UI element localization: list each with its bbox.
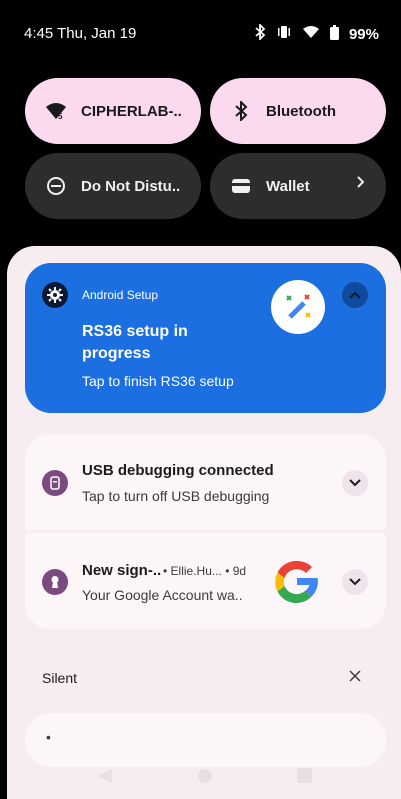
close-icon [349,669,361,687]
dnd-tile-label: Do Not Distu.. [81,177,181,195]
wallet-icon [230,175,252,197]
nav-recents-button[interactable] [296,767,313,789]
dnd-icon [45,175,67,197]
wallet-tile[interactable]: Wallet [210,153,386,219]
usb-icon [42,470,68,496]
dnd-tile[interactable]: Do Not Distu.. [25,153,201,219]
wifi-tile-label: CIPHERLAB-.. [81,102,182,120]
google-text: Your Google Account wa.. [82,587,243,603]
chevron-down-icon [349,573,361,591]
status-icons: 99% [254,22,379,44]
magic-wand-icon [271,280,325,334]
clear-silent-button[interactable] [347,670,363,686]
setup-text: Tap to finish RS36 setup [82,373,234,389]
battery-icon [329,24,339,44]
status-bar: 4:45 Thu, Jan 19 99% [0,0,401,68]
bluetooth-tile-label: Bluetooth [266,102,336,120]
bluetooth-tile[interactable]: Bluetooth [210,78,386,144]
collapse-button[interactable] [342,282,368,308]
silent-header: Silent [42,670,78,686]
google-title: New sign-.. [82,562,162,579]
expand-usb-button[interactable] [342,470,368,496]
setup-notification[interactable]: Android Setup RS36 setup in progress Tap… [25,263,386,413]
chevron-down-icon [349,474,361,492]
silent-item-dot: • [46,729,51,745]
svg-text:5: 5 [58,112,63,120]
vibrate-icon [276,25,292,43]
keyhole-icon [42,569,68,595]
status-time: 4:45 Thu, Jan 19 [24,25,137,42]
wifi-status-icon [302,25,320,43]
wallet-tile-label: Wallet [266,177,310,195]
nav-home-button[interactable] [197,768,213,789]
usb-text: Tap to turn off USB debugging [82,488,270,504]
nav-back-button[interactable] [97,768,113,789]
google-meta: • Ellie.Hu... • 9d [163,564,247,578]
usb-title: USB debugging connected [82,462,274,479]
google-icon [270,555,324,609]
gear-icon [42,282,68,308]
setup-title: RS36 setup in progress [82,323,188,362]
bluetooth-status-icon [254,22,266,44]
expand-google-button[interactable] [342,569,368,595]
bluetooth-icon [230,100,252,122]
battery-percent: 99% [348,25,379,43]
wifi-icon: 5 [45,100,67,122]
wifi-tile[interactable]: 5 CIPHERLAB-.. [25,78,201,144]
chevron-right-icon [356,175,366,193]
chevron-up-icon [349,286,361,304]
usb-notification[interactable]: USB debugging connected Tap to turn off … [25,434,386,530]
silent-notification[interactable]: • [25,713,386,767]
google-notification[interactable]: New sign-.. • Ellie.Hu... • 9d Your Goog… [25,533,386,629]
setup-app-name: Android Setup [82,288,159,302]
